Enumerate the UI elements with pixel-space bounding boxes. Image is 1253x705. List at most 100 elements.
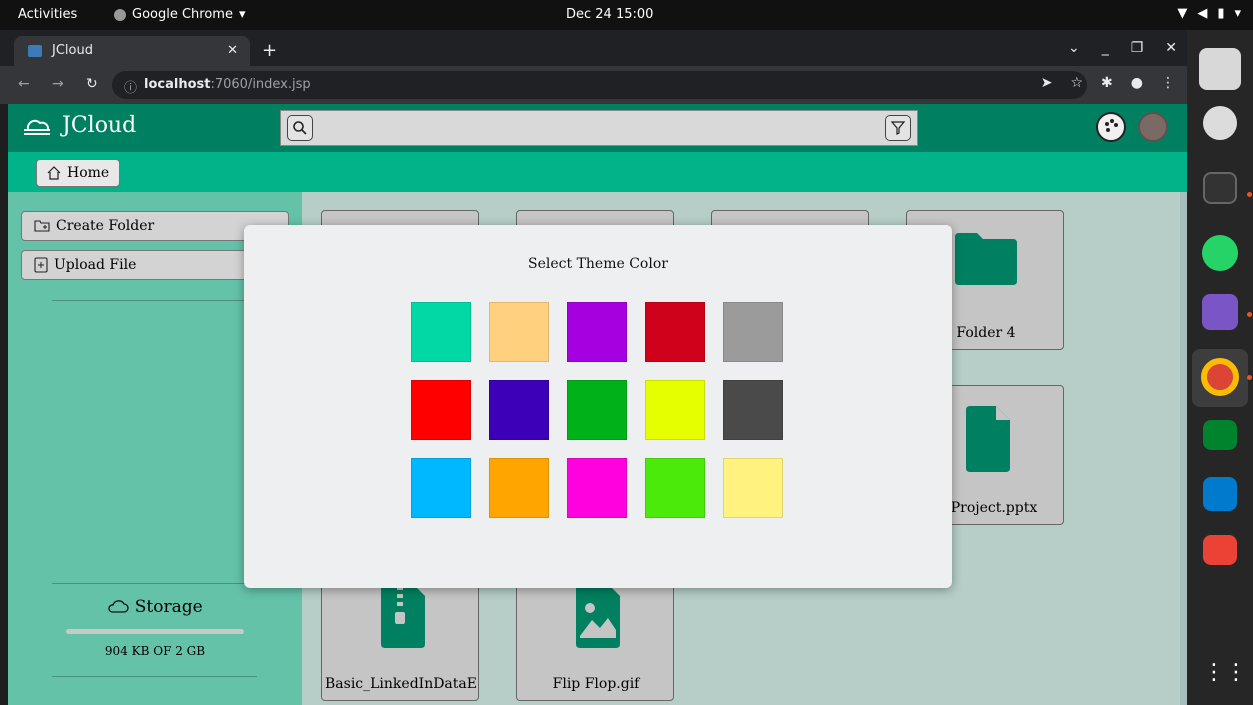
user-avatar[interactable]	[1138, 112, 1168, 142]
app-header: JCloud	[8, 104, 1187, 152]
folder-plus-icon	[34, 220, 50, 232]
gmail-app-icon[interactable]	[1203, 535, 1237, 565]
forward-icon[interactable]: →	[52, 76, 64, 92]
palette-icon	[1105, 119, 1118, 132]
image-file-icon	[517, 580, 675, 654]
file-name: Flip Flop.gif	[552, 676, 640, 692]
vscode-app-icon[interactable]	[1203, 477, 1237, 511]
chrome-small-icon	[114, 8, 126, 21]
window-controls: ⌄ _ ❐ ✕	[1068, 40, 1177, 56]
file-upload-icon	[34, 257, 48, 273]
color-swatch-10[interactable]	[723, 380, 783, 440]
browser-toolbar: ← → ↻ ⓘ localhost:7060/index.jsp ➤ ☆ ✱ ●…	[0, 66, 1187, 104]
wifi-icon: ▼	[1177, 6, 1188, 21]
send-icon[interactable]: ➤	[1041, 75, 1053, 91]
url-path: :7060/index.jsp	[210, 77, 311, 92]
terminal-app-icon[interactable]	[1203, 172, 1237, 204]
home-button[interactable]: Home	[36, 159, 121, 187]
close-window-icon[interactable]: ✕	[1165, 40, 1177, 56]
browser-tab-strip: JCloud ✕ + ⌄ _ ❐ ✕	[0, 30, 1187, 66]
tab-title: JCloud	[52, 43, 93, 58]
home-icon	[47, 166, 61, 180]
bookmark-star-icon[interactable]: ☆	[1070, 75, 1083, 91]
activities-button[interactable]: Activities	[18, 7, 77, 22]
divider	[52, 300, 257, 301]
toolbar-icons: ➤ ☆ ✱ ● ⋮	[1041, 75, 1175, 91]
search-input[interactable]	[321, 115, 871, 141]
search-icon	[293, 121, 307, 135]
color-swatch-7[interactable]	[489, 380, 549, 440]
ubuntu-dock: ⋮⋮	[1187, 30, 1253, 705]
tab-search-icon[interactable]: ⌄	[1068, 40, 1080, 56]
color-swatch-grid	[411, 302, 783, 518]
file-name: Basic_LinkedInDataE	[325, 676, 477, 692]
upload-file-label: Upload File	[54, 257, 137, 273]
favicon-icon	[28, 45, 42, 57]
divider	[52, 676, 257, 677]
address-bar[interactable]: ⓘ localhost:7060/index.jsp	[112, 71, 1087, 99]
search-button[interactable]	[287, 115, 313, 141]
show-apps-icon[interactable]: ⋮⋮	[1203, 658, 1247, 688]
system-top-bar: Activities Google Chrome ▾ Dec 24 15:00 …	[0, 0, 1253, 30]
page-scrollbar[interactable]	[1180, 192, 1187, 705]
netbeans-app-icon[interactable]	[1202, 294, 1238, 330]
color-swatch-9[interactable]	[645, 380, 705, 440]
storage-progress-bar	[66, 629, 244, 634]
color-swatch-6[interactable]	[411, 380, 471, 440]
restore-icon[interactable]: ❐	[1131, 40, 1144, 56]
storage-usage-text: 904 KB OF 2 GB	[104, 644, 206, 658]
files-app-icon[interactable]	[1199, 48, 1241, 90]
color-swatch-11[interactable]	[411, 458, 471, 518]
settings-app-icon[interactable]	[1203, 106, 1237, 140]
url-text: localhost:7060/index.jsp	[144, 77, 311, 92]
brand[interactable]: JCloud	[22, 113, 136, 138]
theme-color-modal: Select Theme Color	[244, 225, 952, 588]
color-swatch-2[interactable]	[489, 302, 549, 362]
breadcrumb-bar: Home	[8, 152, 1187, 192]
color-swatch-15[interactable]	[723, 458, 783, 518]
search-bar	[280, 110, 918, 146]
home-label: Home	[67, 165, 110, 181]
color-swatch-5[interactable]	[723, 302, 783, 362]
modal-title: Select Theme Color	[528, 256, 668, 272]
close-icon[interactable]: ✕	[227, 43, 238, 58]
volume-icon: ◀	[1197, 6, 1208, 21]
minimize-icon[interactable]: _	[1102, 40, 1109, 56]
filter-button[interactable]	[885, 115, 911, 141]
color-swatch-14[interactable]	[645, 458, 705, 518]
color-swatch-3[interactable]	[567, 302, 627, 362]
create-folder-label: Create Folder	[56, 218, 155, 234]
palette-button[interactable]	[1096, 112, 1126, 142]
storage-heading: Storage	[8, 597, 302, 617]
info-icon[interactable]: ⓘ	[124, 77, 137, 96]
color-swatch-12[interactable]	[489, 458, 549, 518]
google-meet-app-icon[interactable]	[1203, 420, 1237, 450]
filter-icon	[891, 121, 905, 135]
cloud-icon	[108, 600, 129, 613]
tab-jcloud[interactable]: JCloud ✕	[14, 36, 250, 66]
extensions-icon[interactable]: ✱	[1101, 75, 1113, 91]
battery-icon: ▮	[1217, 6, 1225, 21]
cloud-logo-icon	[24, 119, 50, 135]
reload-icon[interactable]: ↻	[86, 76, 98, 92]
chevron-down-icon: ▾	[238, 7, 246, 22]
app-menu[interactable]: Google Chrome ▾	[114, 7, 246, 22]
color-swatch-1[interactable]	[411, 302, 471, 362]
menu-kebab-icon[interactable]: ⋮	[1161, 75, 1175, 91]
system-tray[interactable]: ▼ ◀ ▮ ▾	[1177, 6, 1241, 21]
color-swatch-8[interactable]	[567, 380, 627, 440]
profile-avatar-icon[interactable]: ●	[1131, 75, 1143, 91]
new-tab-button[interactable]: +	[262, 40, 277, 61]
color-swatch-4[interactable]	[645, 302, 705, 362]
back-icon[interactable]: ←	[18, 76, 30, 92]
brand-name: JCloud	[62, 113, 137, 138]
divider	[52, 583, 257, 584]
desktop-screen: Activities Google Chrome ▾ Dec 24 15:00 …	[0, 0, 1253, 705]
whatsapp-app-icon[interactable]	[1202, 235, 1238, 271]
url-host: localhost	[144, 77, 211, 92]
running-indicator	[1247, 312, 1252, 317]
clock[interactable]: Dec 24 15:00	[566, 7, 653, 22]
chrome-app-icon[interactable]	[1201, 358, 1239, 396]
storage-title: Storage	[134, 597, 203, 617]
color-swatch-13[interactable]	[567, 458, 627, 518]
